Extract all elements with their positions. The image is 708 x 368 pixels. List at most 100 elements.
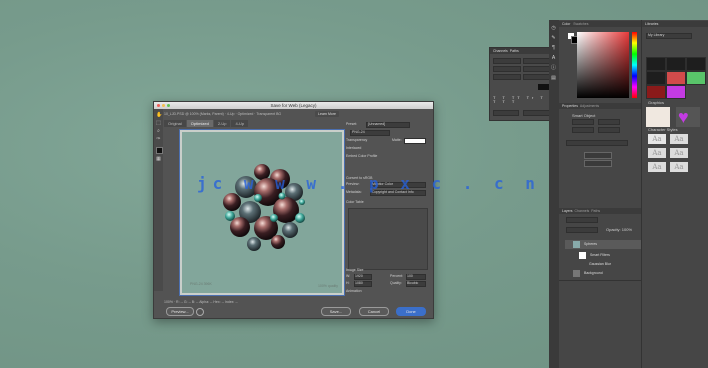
prop-path-field[interactable] <box>566 140 628 146</box>
color-table[interactable] <box>348 208 428 270</box>
kerning-field[interactable] <box>523 74 551 80</box>
library-name: My Library <box>648 33 665 37</box>
leading-field[interactable] <box>523 66 551 72</box>
antialias-field[interactable] <box>523 110 551 116</box>
layer-kind-filter[interactable] <box>566 217 598 223</box>
paragraph-icon[interactable]: ¶ <box>551 46 556 51</box>
learn-more-button[interactable]: Learn More <box>315 111 339 117</box>
percent-label: Percent: <box>390 274 404 278</box>
libraries-tab[interactable]: Libraries <box>645 22 658 26</box>
swatch-pink[interactable] <box>666 85 686 99</box>
layer-row[interactable]: Spheres <box>565 240 641 249</box>
adjustments-tab[interactable]: Adjustments <box>580 104 599 108</box>
swatch-black[interactable] <box>646 57 666 71</box>
browser-icon[interactable] <box>196 308 204 316</box>
swatch-green[interactable] <box>686 71 706 85</box>
toggle-slices-icon[interactable]: ▦ <box>156 157 161 162</box>
layers-header[interactable]: Layers Channels Paths <box>559 208 641 214</box>
size-field[interactable] <box>493 66 521 72</box>
brush-icon[interactable]: ✎ <box>551 36 556 41</box>
paths-tab2[interactable]: Paths <box>591 209 600 213</box>
interlaced-checkbox[interactable]: Interlaced <box>346 146 361 151</box>
char-style-thumb[interactable]: Aa <box>670 134 688 144</box>
layers-tab[interactable]: Layers <box>562 209 573 213</box>
tracking-field[interactable] <box>493 74 521 80</box>
channels-tab[interactable]: Channels <box>493 49 508 53</box>
graphic-thumb-person[interactable] <box>646 107 670 127</box>
transparency-checkbox[interactable]: Transparency <box>346 138 367 143</box>
swatches-tab[interactable]: Swatches <box>573 22 588 26</box>
cancel-button[interactable]: Cancel <box>359 307 389 316</box>
swatch-red[interactable] <box>666 71 686 85</box>
panel-dock-strip: ◷ ✎ ¶ A ⓘ ▤ <box>549 20 559 368</box>
swatch-darkred[interactable] <box>646 85 666 99</box>
char-styles-label: Character Styles <box>648 127 678 132</box>
style-field[interactable] <box>523 58 551 64</box>
panel-header[interactable]: Channels Paths <box>490 48 553 54</box>
zoom-tool-icon[interactable]: ⌕ <box>156 129 161 134</box>
color-swatch[interactable] <box>538 84 549 90</box>
dialog-title: Save for Web (Legacy) <box>270 103 317 108</box>
layer-row[interactable]: Background <box>565 269 641 278</box>
color-tab[interactable]: Color <box>562 22 570 26</box>
convert-to-layers-button[interactable] <box>584 160 612 167</box>
hue-slider[interactable] <box>632 32 637 98</box>
preset-label: Preset: <box>346 122 358 126</box>
paths-tab[interactable]: Paths <box>510 49 519 53</box>
info-icon[interactable]: ⓘ <box>551 66 556 71</box>
properties-tab[interactable]: Properties <box>562 104 578 108</box>
layer-thumb <box>573 269 580 277</box>
matte-label: Matte: <box>392 138 402 142</box>
layer-name: Background <box>583 271 603 275</box>
slice-select-icon[interactable]: ⬚ <box>156 121 161 126</box>
properties-header[interactable]: Properties Adjustments <box>559 103 641 109</box>
eyedropper-icon[interactable]: ✑ <box>156 137 161 142</box>
tab-2-up[interactable]: 2-Up <box>213 120 231 127</box>
percent-value: 100 <box>407 274 413 278</box>
libraries-header[interactable]: Libraries <box>642 21 708 27</box>
eyedropper-color[interactable] <box>156 147 163 154</box>
blend-mode-select[interactable] <box>566 227 598 233</box>
embed-profile-checkbox[interactable]: Embed Color Profile <box>346 154 377 159</box>
image-preview[interactable]: PNG-24 396K 100% quality <box>182 132 342 293</box>
tab-original[interactable]: Original <box>164 120 186 127</box>
tab-4-up[interactable]: 4-Up <box>231 120 249 127</box>
color-panel-header[interactable]: Color Swatches <box>559 21 641 27</box>
prop-w-field[interactable] <box>572 119 594 125</box>
opacity-field[interactable]: Opacity: 100% <box>606 227 632 232</box>
history-icon[interactable]: ◷ <box>551 26 556 31</box>
font-field[interactable] <box>493 58 521 64</box>
prop-y-field[interactable] <box>598 127 620 133</box>
prop-h-field[interactable] <box>598 119 620 125</box>
matte-select[interactable] <box>404 138 426 144</box>
character-panel: Channels Paths T T TT Tr T T T T <box>489 47 554 121</box>
layer-row[interactable]: Smart Filters <box>565 251 641 260</box>
type-style-buttons[interactable]: T T TT Tr T T T T <box>493 96 549 104</box>
char-style-thumb[interactable]: Aa <box>670 162 688 172</box>
swatch-black[interactable] <box>666 57 686 71</box>
char-style-thumb[interactable]: Aa <box>648 148 666 158</box>
swatch-black[interactable] <box>686 57 706 71</box>
view-tabs: Original Optimized 2-Up 4-Up <box>164 120 249 127</box>
tab-optimized[interactable]: Optimized <box>186 120 213 127</box>
color-picker-field[interactable] <box>577 32 629 98</box>
channels-tab2[interactable]: Channels <box>574 209 589 213</box>
char-style-thumb[interactable]: Aa <box>670 148 688 158</box>
preview-button[interactable]: Preview... <box>166 307 194 316</box>
save-button[interactable]: Save... <box>321 307 351 316</box>
char-style-thumb[interactable]: Aa <box>648 162 666 172</box>
image-preview-frame[interactable]: PNG-24 396K 100% quality <box>179 129 345 296</box>
done-button[interactable]: Done <box>396 307 426 316</box>
layer-row[interactable]: Gaussian Blur <box>565 260 641 269</box>
swatch-black[interactable] <box>646 71 666 85</box>
layer-comps-icon[interactable]: ▤ <box>551 76 556 81</box>
prop-x-field[interactable] <box>572 127 594 133</box>
char-icon[interactable]: A <box>551 56 556 61</box>
dialog-titlebar[interactable]: Save for Web (Legacy) <box>154 102 433 109</box>
graphic-thumb-heart[interactable]: ♥ <box>676 107 700 127</box>
language-field[interactable] <box>493 110 519 116</box>
char-style-thumb[interactable]: Aa <box>648 134 666 144</box>
hand-tool-icon[interactable]: ✋ <box>156 113 162 118</box>
heart-icon: ♥ <box>678 107 689 127</box>
edit-contents-button[interactable] <box>584 152 612 159</box>
